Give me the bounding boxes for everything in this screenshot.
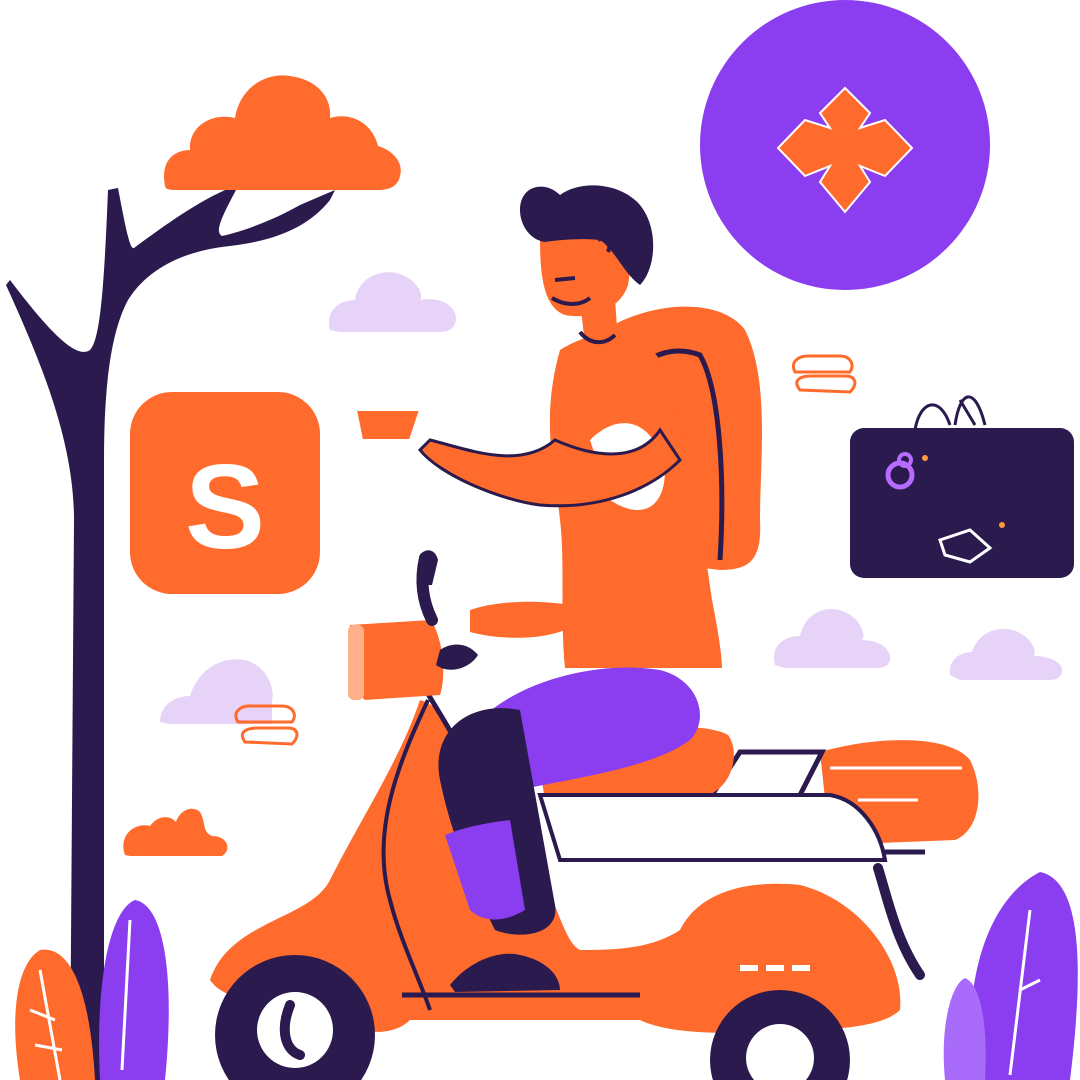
cloud [949,628,1063,680]
delivery-scooter-illustration: S [6,0,1078,1080]
phone [354,409,422,441]
plant-purple-right [970,872,1078,1080]
plant-purple-left [99,900,169,1080]
delivery-bag-icon [850,395,1074,578]
scooter-body-panel [537,793,888,862]
badge-glyph: S [185,440,265,574]
cloud [160,659,273,724]
map-pin-icon [700,0,990,290]
dollar-sign-icon: S [130,392,320,594]
cloud [329,272,456,332]
floating-token [792,354,857,394]
small-orange-cloud [123,808,228,856]
tree-cloud-crown [164,75,401,190]
cloud [774,609,891,668]
illustration-canvas: S [0,0,1080,1080]
